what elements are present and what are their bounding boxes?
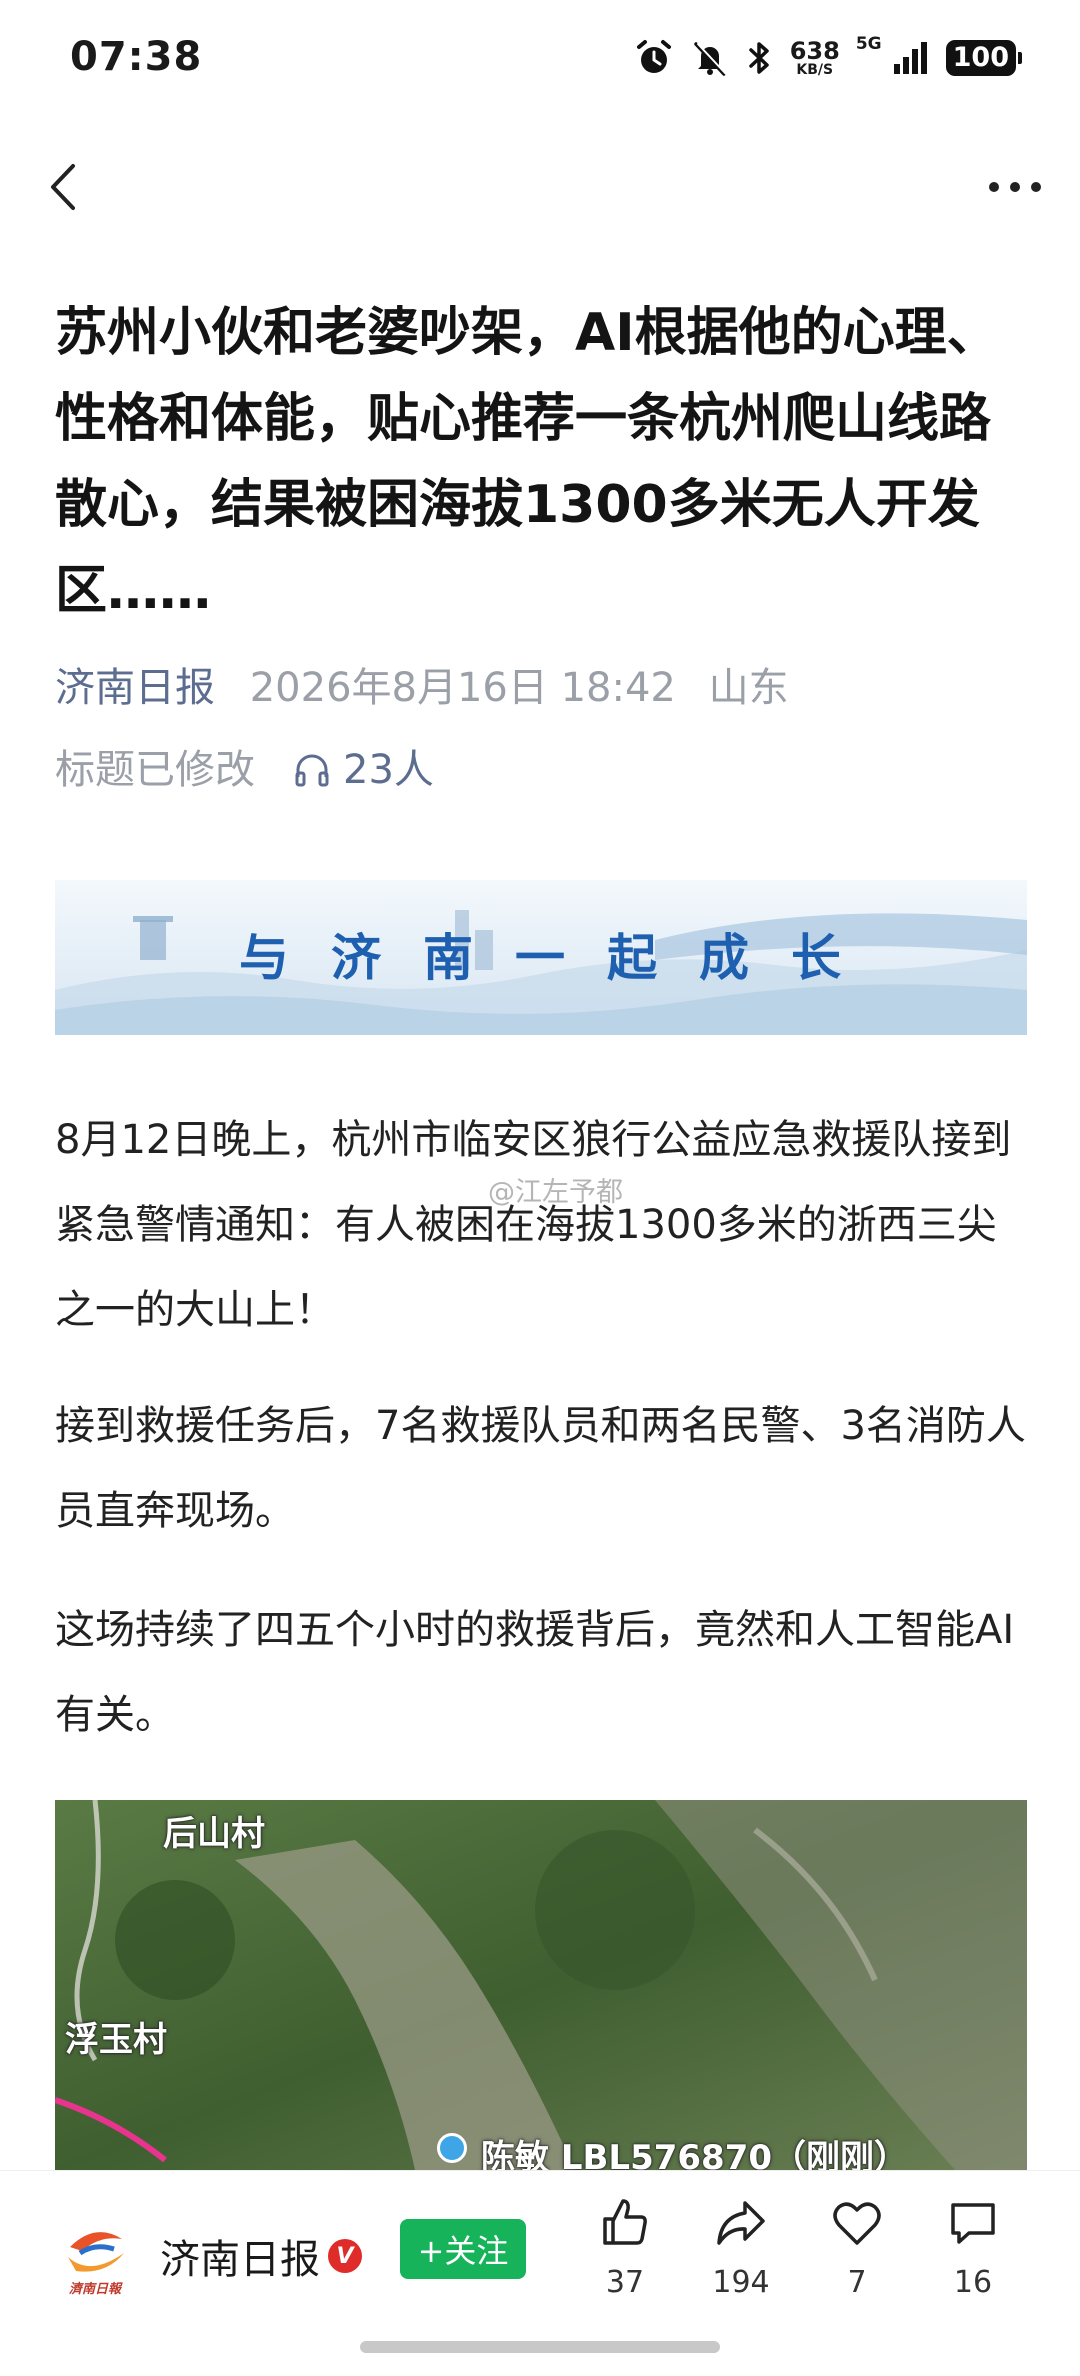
article-paragraph: 这场持续了四五个小时的救援背后，竟然和人工智能AI有关。 <box>55 1607 1015 1738</box>
headphones-icon <box>295 754 329 787</box>
chevron-left-icon <box>51 164 75 210</box>
article-date: 2026年8月16日 18:42 <box>249 665 676 711</box>
favorite-button[interactable]: 7 <box>807 2195 907 2300</box>
location-marker-icon <box>437 2133 467 2163</box>
home-indicator[interactable] <box>360 2341 720 2353</box>
account-name-text: 济南日报 <box>160 2237 320 2283</box>
alarm-icon <box>636 40 671 73</box>
article-title: 苏州小伙和老婆吵架，AI根据他的心理、性格和体能，贴心推荐一条杭州爬山线路散心，… <box>55 303 999 621</box>
satellite-map-image[interactable]: 后山村 浮玉村 陈敏 LBL576870（刚刚） <box>55 1800 1027 2170</box>
svg-text:濟南日報: 濟南日報 <box>69 2281 123 2297</box>
net-speed-unit: KB/S <box>796 62 834 78</box>
bottom-action-bar: 濟南日報 济南日报 V +关注 37 194 7 16 <box>0 2170 1080 2376</box>
listener-count: 23人 <box>343 747 434 793</box>
thumbs-up-icon <box>603 2199 647 2245</box>
more-dots-icon <box>989 182 1041 192</box>
follow-button[interactable]: +关注 <box>400 2219 526 2279</box>
map-terrain <box>55 1800 1027 2170</box>
edited-label: 标题已修改 <box>55 747 255 793</box>
map-label: 浮玉村 <box>65 2020 167 2060</box>
heart-icon <box>833 2202 881 2245</box>
newspaper-logo-icon: 濟南日報 <box>68 2232 124 2297</box>
listen-button[interactable]: 23人 <box>293 742 434 798</box>
image-watermark: @江左予都 <box>488 1177 623 1208</box>
article-paragraph: 接到救援任务后，7名救援队员和两名民警、3名消防人员直奔现场。 <box>55 1403 1026 1534</box>
back-button[interactable] <box>28 152 98 222</box>
battery-indicator: 100 <box>945 40 1023 76</box>
account-name[interactable]: 济南日报 V <box>160 2227 362 2285</box>
more-options-button[interactable] <box>970 152 1060 222</box>
comment-button[interactable]: 16 <box>923 2195 1023 2300</box>
article-meta-secondary: 标题已修改 23人 <box>55 742 434 798</box>
net-speed: 638 KB/S <box>790 39 840 77</box>
mute-icon <box>693 42 727 76</box>
status-bar: 07:38 638 KB/S 5G 100 <box>0 0 1080 116</box>
comment-bubble-icon <box>951 2203 995 2244</box>
article-source[interactable]: 济南日报 <box>55 665 215 711</box>
status-time: 07:38 <box>70 34 203 80</box>
comment-count: 16 <box>953 2265 993 2300</box>
net-speed-value: 638 <box>789 37 840 65</box>
share-button[interactable]: 194 <box>691 2195 791 2300</box>
network-type: 5G <box>855 34 882 54</box>
bluetooth-icon <box>748 42 769 74</box>
share-count: 194 <box>712 2265 770 2300</box>
account-logo[interactable]: 濟南日報 <box>60 2217 130 2299</box>
signal-icon <box>893 42 927 74</box>
like-count: 37 <box>605 2265 645 2300</box>
map-label: 陈敏 LBL576870（刚刚） <box>481 2138 909 2170</box>
map-label: 后山村 <box>163 1814 265 1854</box>
banner-text: 与济南一起成长 <box>239 929 883 987</box>
article-location: 山东 <box>708 665 789 711</box>
article-meta: 济南日报 2026年8月16日 18:42 山东 <box>55 660 789 716</box>
nav-bar <box>0 130 1080 240</box>
verified-badge: V <box>328 2239 362 2273</box>
article-banner: 与济南一起成长 <box>55 880 1027 1035</box>
like-button[interactable]: 37 <box>575 2195 675 2300</box>
article-paragraph: 8月12日晚上，杭州市临安区狼行公益应急救援队接到紧急警情通知：有人被困在海拔1… <box>55 1117 1012 1333</box>
favorite-count: 7 <box>847 2265 867 2300</box>
share-arrow-icon <box>717 2201 765 2245</box>
status-icons: 638 KB/S 5G 100 <box>634 30 1023 86</box>
